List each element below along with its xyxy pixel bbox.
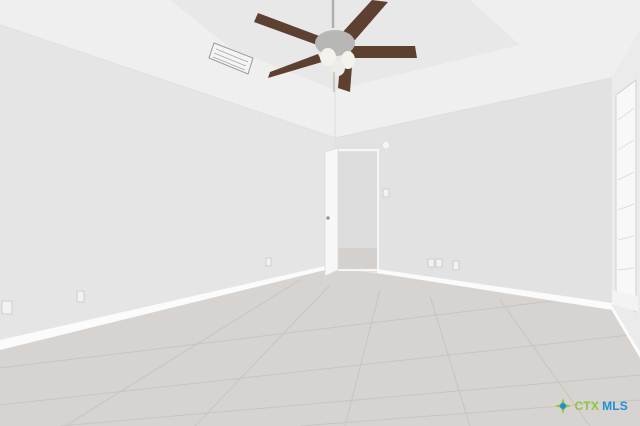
door-knob bbox=[326, 216, 330, 220]
outlet-back-wall-2 bbox=[435, 258, 443, 268]
hallway-floor bbox=[338, 248, 377, 270]
room-illustration bbox=[0, 0, 640, 426]
room-photo: CTX MLS bbox=[0, 0, 640, 426]
outlet-left-wall-2 bbox=[265, 257, 272, 267]
watermark-brand-part2: MLS bbox=[602, 399, 628, 413]
smoke-detector bbox=[381, 140, 391, 150]
fan-blade-right bbox=[350, 46, 417, 58]
outlet-back-wall-3 bbox=[452, 260, 460, 271]
ctxmls-logo-icon bbox=[555, 398, 572, 414]
outlet-left-corner bbox=[1, 300, 13, 315]
fan-light-globe-3 bbox=[331, 60, 345, 76]
wall-switch bbox=[382, 188, 390, 198]
window-frame bbox=[615, 79, 637, 313]
outlet-left-wall bbox=[76, 290, 85, 303]
watermark-brand-part1: CTX bbox=[574, 399, 600, 413]
watermark: CTX MLS bbox=[555, 398, 628, 414]
open-door bbox=[324, 147, 339, 277]
outlet-back-wall-1 bbox=[427, 258, 435, 268]
